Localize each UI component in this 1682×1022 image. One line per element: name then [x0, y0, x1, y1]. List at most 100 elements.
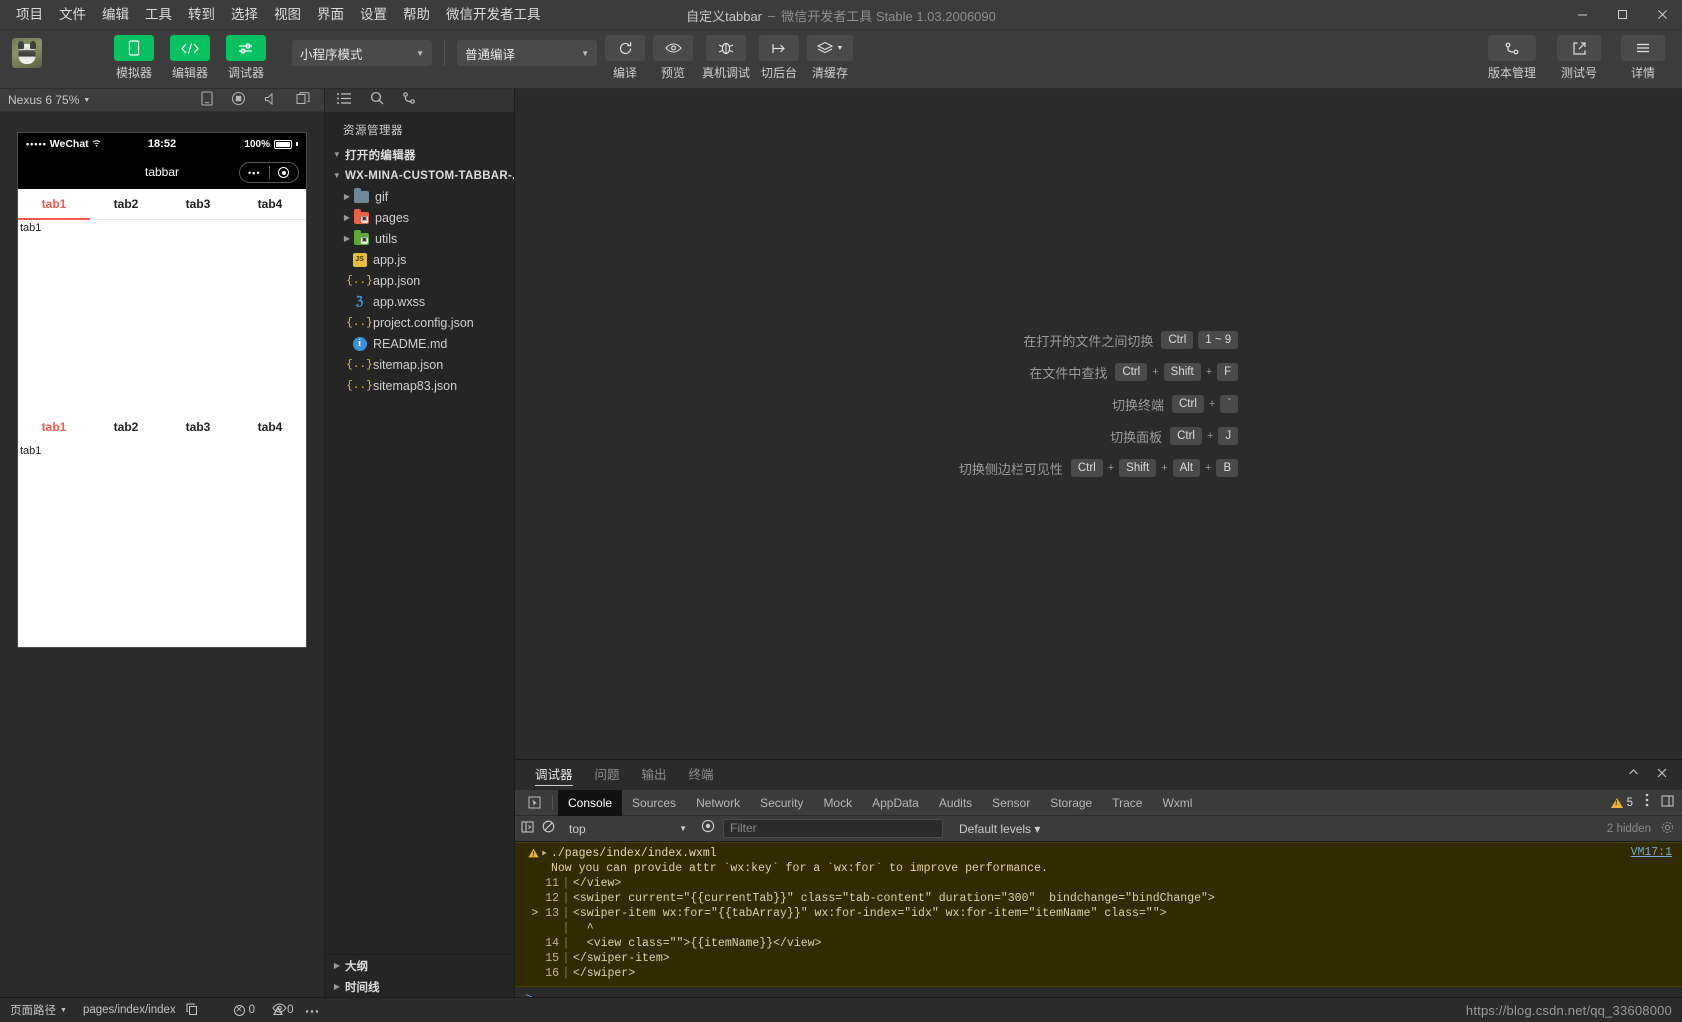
visibility-icon[interactable] — [272, 1001, 287, 1019]
more-options-icon[interactable] — [1645, 793, 1649, 812]
build-select[interactable]: 普通编译 ▼ — [457, 40, 597, 66]
tree-item-readme[interactable]: i README.md — [325, 333, 514, 354]
tree-section-project-root[interactable]: ▼ WX-MINA-CUSTOM-TABBAR-... — [325, 165, 514, 186]
user-avatar[interactable] — [12, 38, 42, 68]
tree-item-sitemap83-json[interactable]: {..} sitemap83.json — [325, 375, 514, 396]
tree-section-outline[interactable]: ▶ 大纲 — [325, 955, 514, 976]
tree-item-gif[interactable]: ▶ gif — [325, 186, 514, 207]
debugger-tab-problems[interactable]: 问题 — [595, 760, 620, 790]
close-capsule-icon[interactable] — [270, 167, 299, 178]
debugger-tab-terminal[interactable]: 终端 — [689, 760, 714, 790]
devtools-tab-mock[interactable]: Mock — [813, 790, 862, 816]
tree-item-sitemap-json[interactable]: {..} sitemap.json — [325, 354, 514, 375]
tree-section-timeline[interactable]: ▶ 时间线 — [325, 976, 514, 997]
maximize-button[interactable] — [1602, 0, 1642, 30]
devtools-tab-appdata[interactable]: AppData — [862, 790, 929, 816]
devtools-tab-sensor[interactable]: Sensor — [982, 790, 1040, 816]
console-context-select[interactable]: top ▼ — [563, 819, 693, 838]
mini-tab-1[interactable]: tab1 — [18, 189, 90, 220]
mini-tab-3[interactable]: tab3 — [162, 189, 234, 220]
page-path-value-field[interactable]: pages/index/index — [79, 1003, 202, 1018]
devtools-tab-console[interactable]: Console — [558, 789, 623, 816]
devtools-tab-storage[interactable]: Storage — [1040, 790, 1102, 816]
close-button[interactable] — [1642, 0, 1682, 30]
console-sidebar-icon[interactable] — [521, 820, 534, 838]
menu-item-edit[interactable]: 编辑 — [94, 3, 137, 27]
test-account-button[interactable]: 测试号 — [1556, 35, 1602, 81]
debugger-tab-output[interactable]: 输出 — [642, 760, 667, 790]
explorer-list-icon[interactable] — [337, 92, 352, 110]
close-icon[interactable] — [1656, 766, 1668, 784]
mini-tab-bottom-4[interactable]: tab4 — [234, 412, 306, 443]
menu-item-help[interactable]: 帮助 — [395, 3, 438, 27]
device-select[interactable]: Nexus 6 75% ▼ — [8, 93, 90, 107]
search-icon[interactable] — [370, 91, 384, 110]
error-count-item[interactable]: ✕ 0 — [230, 1004, 259, 1016]
expand-arrow-icon[interactable]: ▸ — [541, 846, 551, 861]
more-options-icon[interactable] — [305, 1001, 319, 1019]
version-control-button[interactable]: 版本管理 — [1486, 35, 1538, 81]
preview-button[interactable]: 预览 — [653, 35, 693, 81]
details-button[interactable]: 详情 — [1620, 35, 1666, 81]
tree-item-app-json[interactable]: {..} app.json — [325, 270, 514, 291]
devtools-tab-security[interactable]: Security — [750, 790, 813, 816]
devtools-tab-audits[interactable]: Audits — [929, 790, 982, 816]
tree-item-pages[interactable]: ▶ ▣ pages — [325, 207, 514, 228]
device-frame-icon[interactable] — [201, 91, 213, 109]
console-settings-icon[interactable] — [1661, 821, 1674, 837]
mini-tab-4[interactable]: tab4 — [234, 189, 306, 220]
tree-item-app-js[interactable]: JS app.js — [325, 249, 514, 270]
split-screen-icon[interactable] — [296, 91, 310, 109]
console-warning-message[interactable]: ▸ ./pages/index/index.wxml Now you can p… — [515, 842, 1682, 987]
source-control-icon[interactable] — [402, 91, 416, 110]
tree-item-app-wxss[interactable]: ℨ app.wxss — [325, 291, 514, 312]
devtools-tab-wxml[interactable]: Wxml — [1152, 790, 1202, 816]
editor-toggle-button[interactable]: 编辑器 — [170, 35, 210, 81]
more-dots-icon[interactable]: •▪• — [240, 168, 269, 178]
compile-button[interactable]: 编译 — [605, 35, 645, 81]
warning-badge[interactable]: 5 — [1610, 797, 1633, 809]
mini-tab-bottom-3[interactable]: tab3 — [162, 412, 234, 443]
menu-item-interface[interactable]: 界面 — [309, 3, 352, 27]
capsule-button[interactable]: •▪• — [239, 162, 299, 183]
console-message-source[interactable]: ./pages/index/index.wxml — [551, 846, 717, 861]
tree-section-open-editors[interactable]: ▼ 打开的编辑器 — [325, 144, 514, 165]
console-eye-icon[interactable] — [701, 819, 715, 838]
console-output[interactable]: ▸ ./pages/index/index.wxml Now you can p… — [515, 842, 1682, 997]
console-vm-link[interactable]: VM17:1 — [1631, 846, 1672, 859]
volume-icon[interactable] — [264, 92, 278, 109]
tree-item-project-config[interactable]: {..} project.config.json — [325, 312, 514, 333]
clear-console-icon[interactable] — [542, 820, 555, 838]
debugger-tab-debugger[interactable]: 调试器 — [535, 760, 573, 790]
chevron-up-icon[interactable] — [1627, 766, 1640, 784]
tree-item-utils[interactable]: ▶ ▣ utils — [325, 228, 514, 249]
console-filter-input[interactable]: Filter — [723, 819, 943, 838]
debugger-toggle-button[interactable]: 调试器 — [226, 35, 266, 81]
record-icon[interactable] — [231, 91, 246, 109]
remote-debug-button[interactable]: 真机调试 — [701, 35, 751, 81]
copy-icon[interactable] — [186, 1003, 198, 1018]
console-input-prompt[interactable]: > — [515, 987, 1682, 997]
mode-select[interactable]: 小程序模式 ▼ — [292, 40, 432, 66]
menu-item-tools[interactable]: 工具 — [137, 3, 180, 27]
menu-item-view[interactable]: 视图 — [266, 3, 309, 27]
page-path-select[interactable]: 页面路径 ▼ — [6, 1002, 71, 1018]
menu-item-goto[interactable]: 转到 — [180, 3, 223, 27]
menu-item-file[interactable]: 文件 — [51, 3, 94, 27]
simulator-toggle-button[interactable]: 模拟器 — [114, 35, 154, 81]
menu-item-select[interactable]: 选择 — [223, 3, 266, 27]
inspect-element-icon[interactable] — [521, 796, 547, 809]
mini-tab-2[interactable]: tab2 — [90, 189, 162, 220]
dock-panel-icon[interactable] — [1661, 794, 1674, 812]
console-levels-select[interactable]: Default levels ▾ — [959, 822, 1040, 836]
menu-item-devtools[interactable]: 微信开发者工具 — [438, 3, 549, 27]
menu-item-settings[interactable]: 设置 — [352, 3, 395, 27]
devtools-tab-network[interactable]: Network — [686, 790, 750, 816]
devtools-tab-sources[interactable]: Sources — [622, 790, 686, 816]
background-button[interactable]: 切后台 — [759, 35, 799, 81]
mini-tab-bottom-2[interactable]: tab2 — [90, 412, 162, 443]
devtools-tab-trace[interactable]: Trace — [1102, 790, 1152, 816]
mini-tab-bottom-1[interactable]: tab1 — [18, 412, 90, 443]
menu-item-project[interactable]: 项目 — [8, 3, 51, 27]
minimize-button[interactable] — [1562, 0, 1602, 30]
